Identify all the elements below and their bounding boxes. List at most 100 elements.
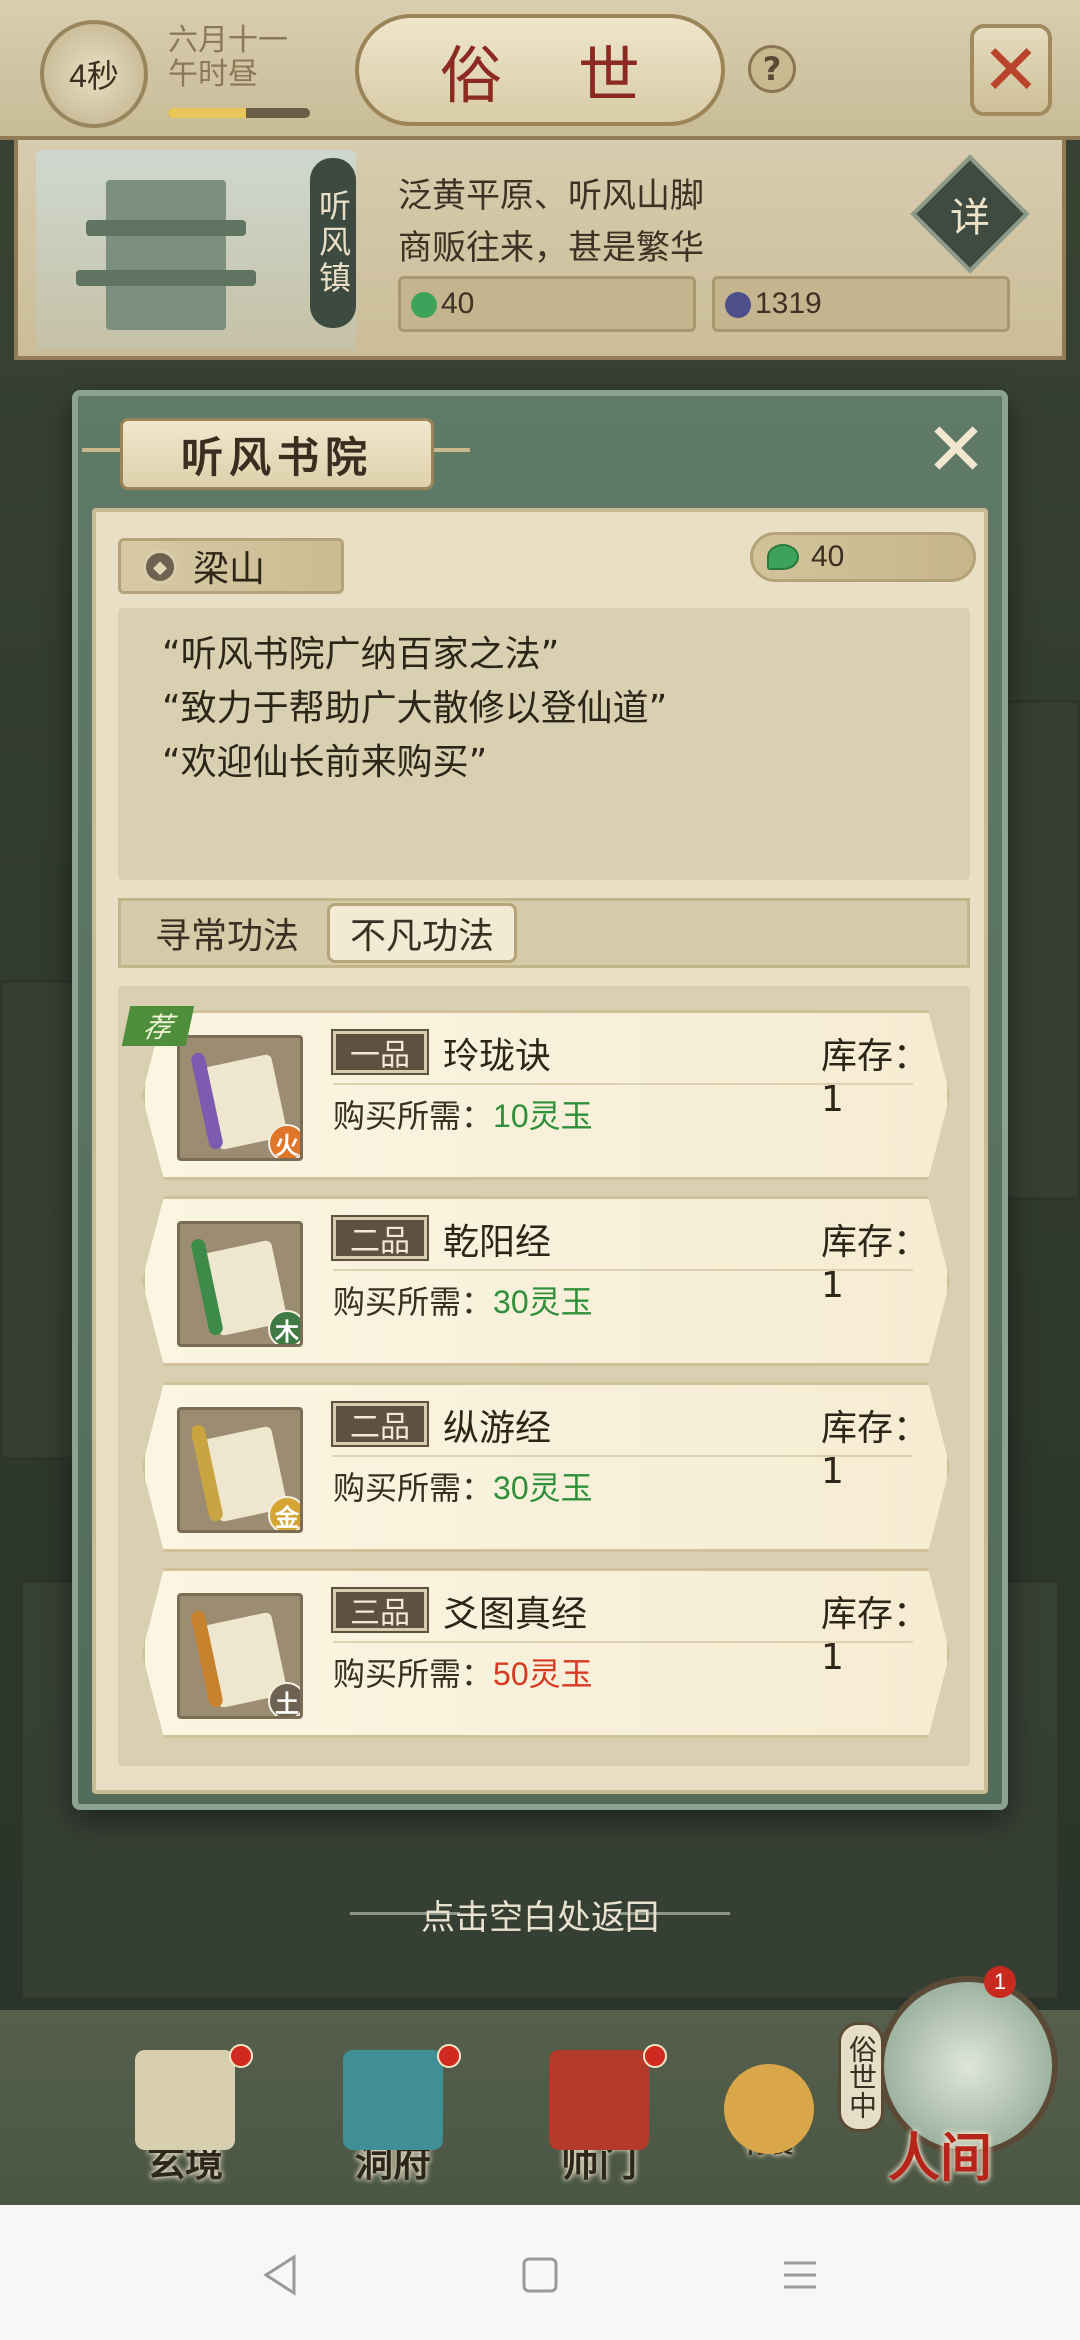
technique-item-card[interactable]: 金 二品 纵游经 库存：1 购买所需：30灵玉	[142, 1382, 950, 1552]
price-value: 30灵玉	[493, 1284, 593, 1320]
jade-balance: 40	[750, 532, 976, 582]
banner-flag-icon	[549, 2044, 667, 2150]
detail-label: 详	[950, 195, 990, 241]
scroll-icon: 木	[177, 1221, 303, 1347]
divider	[333, 1455, 913, 1457]
technique-name: 纵游经	[443, 1408, 552, 1449]
scroll-icon: 火	[177, 1035, 303, 1161]
stock-value: 1	[821, 1451, 844, 1492]
diamond-coin-icon: ◆	[143, 550, 177, 584]
price-value: 10灵玉	[493, 1098, 593, 1134]
close-icon[interactable]: ✕	[916, 410, 996, 490]
price-row: 购买所需：10灵玉	[333, 1091, 593, 1137]
price-label: 购买所需：	[333, 1284, 494, 1320]
crossed-swords-icon[interactable]: ✕	[970, 24, 1052, 116]
spirit-stone-resource: 1319	[712, 276, 1010, 332]
divider	[333, 1641, 913, 1643]
detail-button[interactable]: 详	[910, 154, 1030, 274]
title-ornament	[430, 448, 470, 452]
world-button[interactable]: 俗世中 1 人间	[838, 1962, 1058, 2189]
technique-tabs: 寻常功法 不凡功法	[118, 898, 970, 968]
stock-count: 库存：1	[821, 1213, 947, 1306]
grade-tag: 二品	[331, 1401, 429, 1447]
grade-tag: 三品	[331, 1587, 429, 1633]
roof-shape	[76, 270, 256, 286]
jade-icon	[411, 292, 437, 318]
scroll-map-icon	[135, 2044, 253, 2150]
element-badge: 火	[268, 1124, 300, 1158]
divider	[333, 1269, 913, 1271]
stock-label: 库存：	[821, 1036, 930, 1077]
price-label: 购买所需：	[333, 1656, 494, 1692]
pouch-icon	[724, 2064, 814, 2154]
tab-rare-techniques[interactable]: 不凡功法	[327, 903, 517, 963]
time-progress-bar	[168, 108, 310, 118]
stock-count: 库存：1	[821, 1399, 947, 1492]
world-notification-badge: 1	[984, 1966, 1016, 1998]
help-button[interactable]: ?	[748, 45, 796, 93]
stock-label: 库存：	[821, 1408, 930, 1449]
element-badge: 木	[268, 1310, 300, 1344]
stock-count: 库存：1	[821, 1027, 947, 1120]
technique-item-card[interactable]: 土 三品 爻图真经 库存：1 购买所需：50灵玉	[142, 1568, 950, 1738]
pagoda-shape	[106, 180, 226, 330]
home-square-icon[interactable]	[510, 2245, 570, 2305]
notification-dot	[437, 2044, 461, 2068]
scroll-icon: 土	[177, 1593, 303, 1719]
price-row: 购买所需：50灵玉	[333, 1649, 593, 1695]
grade-tag: 一品	[331, 1029, 429, 1075]
jade-resource: 40	[398, 276, 696, 332]
technique-list: 火 一品 玲珑诀 库存：1 购买所需：10灵玉 荐 木 二品 乾阳经 库存：1 …	[118, 986, 970, 1766]
technique-name: 玲珑诀	[443, 1036, 552, 1077]
divider	[333, 1083, 913, 1085]
jade-icon	[767, 544, 799, 570]
stock-value: 1	[821, 1637, 844, 1678]
tap-to-return-hint: 点击空白处返回	[421, 1898, 659, 1938]
notification-dot	[643, 2044, 667, 2068]
tab-common-techniques[interactable]: 寻常功法	[127, 903, 327, 963]
pavilion-icon	[343, 2044, 461, 2150]
element-badge: 土	[268, 1682, 300, 1716]
npc-name-tag: ◆ 梁山	[118, 538, 344, 594]
town-description: 泛黄平原、听风山脚 商贩往来，甚是繁华	[398, 170, 704, 274]
price-row: 购买所需：30灵玉	[333, 1277, 593, 1323]
stock-value: 1	[821, 1079, 844, 1120]
price-label: 购买所需：	[333, 1470, 494, 1506]
grade-tag: 二品	[331, 1215, 429, 1261]
dialogue-line: “欢迎仙长前来购买”	[162, 742, 488, 783]
technique-item-card[interactable]: 火 一品 玲珑诀 库存：1 购买所需：10灵玉	[142, 1010, 950, 1180]
recommended-badge: 荐	[121, 1006, 195, 1046]
notification-dot	[229, 2044, 253, 2068]
world-label: 人间	[888, 2128, 993, 2189]
town-desc-line: 泛黄平原、听风山脚	[398, 176, 704, 216]
game-date: 六月十一 午时昼	[168, 24, 288, 92]
page-title: 俗 世	[355, 14, 725, 126]
nav-xuanjing[interactable]: 玄境	[110, 2044, 260, 2200]
time-progress-fill	[168, 108, 247, 118]
top-header: 4秒 六月十一 午时昼 俗 世 ? ✕	[0, 0, 1080, 140]
dialogue-line: “听风书院广纳百家之法”	[162, 634, 560, 675]
price-label: 购买所需：	[333, 1098, 494, 1134]
menu-lines-icon[interactable]	[770, 2245, 830, 2305]
npc-dialogue: “听风书院广纳百家之法” “致力于帮助广大散修以登仙道” “欢迎仙长前来购买”	[118, 608, 970, 880]
stock-label: 库存：	[821, 1594, 930, 1635]
technique-name: 乾阳经	[443, 1222, 552, 1263]
nav-xingnang[interactable]: 行囊	[694, 2050, 844, 2200]
scroll-icon: 金	[177, 1407, 303, 1533]
modal-content: ◆ 梁山 40 “听风书院广纳百家之法” “致力于帮助广大散修以登仙道” “欢迎…	[92, 508, 988, 1794]
nav-shimen[interactable]: 师门	[524, 2044, 674, 2200]
system-navigation-bar	[0, 2205, 1080, 2340]
location-panel: 听风镇 泛黄平原、听风山脚 商贩往来，甚是繁华 详 40 1319	[14, 140, 1066, 360]
back-triangle-icon[interactable]	[250, 2245, 310, 2305]
technique-item-card[interactable]: 木 二品 乾阳经 库存：1 购买所需：30灵玉	[142, 1196, 950, 1366]
price-row: 购买所需：30灵玉	[333, 1463, 593, 1509]
npc-name: 梁山	[193, 549, 266, 590]
town-name-banner: 听风镇	[310, 158, 356, 328]
nav-dongfu[interactable]: 洞府	[318, 2044, 468, 2200]
date-day: 六月十一	[168, 23, 288, 58]
stock-count: 库存：1	[821, 1585, 947, 1678]
academy-shop-modal: 听风书院 ✕ ◆ 梁山 40 “听风书院广纳百家之法” “致力于帮助广大散修以登…	[72, 390, 1008, 1810]
world-status-tag: 俗世中	[838, 2022, 884, 2132]
dialogue-line: “致力于帮助广大散修以登仙道”	[162, 688, 668, 729]
jade-balance-value: 40	[811, 540, 845, 573]
